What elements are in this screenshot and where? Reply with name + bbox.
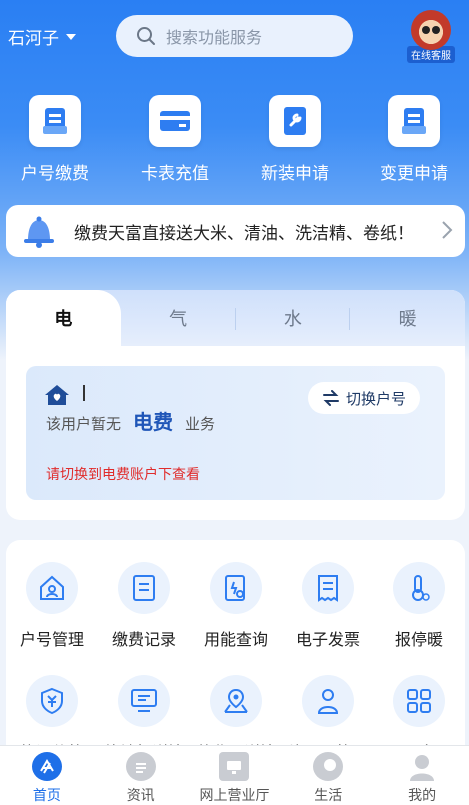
search-doc-icon — [210, 562, 262, 614]
swap-icon — [322, 390, 339, 406]
utility-panel: 电 气 水 暖 切换户号 该用户暂无 电费 业务 请切换到电费账户下查看 — [6, 290, 465, 520]
quick-actions: 户号缴费 卡表充值 新装申请 变更申请 — [0, 95, 469, 190]
monitor-icon — [219, 752, 250, 781]
card-icon — [149, 95, 201, 147]
invoice-icon — [302, 562, 354, 614]
service-account-management[interactable]: 户号管理 — [6, 562, 98, 650]
nav-home[interactable]: 首页 — [0, 746, 94, 805]
tab-label: 水 — [283, 309, 302, 330]
nav-online-hall[interactable]: 网上营业厅 — [188, 746, 282, 805]
account-name-indicator — [83, 385, 85, 401]
tab-label: 气 — [169, 309, 188, 330]
switch-account-label: 切换户号 — [345, 389, 406, 408]
bill-icon — [29, 95, 81, 147]
house-heart-icon — [45, 385, 69, 405]
tab-label: 暖 — [398, 309, 417, 330]
tab-heating[interactable]: 暖 — [350, 290, 465, 346]
account-message: 该用户暂无 电费 业务 — [46, 406, 215, 435]
message-prefix: 该用户暂无 — [46, 415, 122, 433]
tab-electricity[interactable]: 电 — [6, 290, 121, 346]
nav-label: 网上营业厅 — [199, 788, 270, 804]
nav-news[interactable]: 资讯 — [94, 746, 188, 805]
search-bar[interactable]: 搜索功能服务 — [116, 15, 353, 57]
search-placeholder: 搜索功能服务 — [166, 28, 263, 47]
tab-gas[interactable]: 气 — [121, 290, 236, 346]
chat-bubble-icon — [125, 752, 156, 781]
nav-label: 资讯 — [126, 788, 155, 804]
notice-text: 缴费天富直接送大米、清油、洗洁精、卷纸！ — [74, 223, 414, 244]
service-label: 缴费记录 — [111, 630, 176, 649]
account-card: 切换户号 该用户暂无 电费 业务 请切换到电费账户下查看 — [26, 366, 445, 500]
city-selector[interactable]: 石河子 — [8, 24, 76, 49]
grid-icon — [393, 675, 445, 727]
nav-label: 我的 — [408, 788, 437, 804]
service-e-invoice[interactable]: 电子发票 — [282, 562, 374, 650]
record-icon — [118, 562, 170, 614]
thermometer-icon — [393, 562, 445, 614]
price-shield-icon — [26, 675, 78, 727]
wrench-doc-icon — [269, 95, 321, 147]
quick-action-card-recharge[interactable]: 卡表充值 — [120, 95, 230, 184]
chevron-right-icon — [442, 221, 453, 239]
nav-mine[interactable]: 我的 — [375, 746, 469, 805]
switch-account-button[interactable]: 切换户号 — [308, 382, 420, 414]
service-label: 用能查询 — [203, 630, 268, 649]
notice-banner[interactable]: 缴费天富直接送大米、清油、洗洁精、卷纸！ — [6, 205, 465, 257]
map-pin-icon — [210, 675, 262, 727]
change-doc-icon — [388, 95, 440, 147]
nav-label: 首页 — [32, 788, 61, 804]
house-user-icon — [26, 562, 78, 614]
tab-water[interactable]: 水 — [236, 290, 351, 346]
service-stop-heating[interactable]: 报停暖 — [373, 562, 465, 650]
mascot-avatar-icon — [411, 10, 451, 50]
caret-down-icon — [66, 33, 76, 40]
top-bar: 石河子 搜索功能服务 在线客服 — [0, 0, 469, 80]
service-label: 户号管理 — [19, 630, 84, 649]
search-icon — [137, 27, 155, 45]
bottom-navigation: 首页 资讯 网上营业厅 生活 我的 — [0, 745, 469, 805]
service-label: 电子发票 — [295, 630, 360, 649]
user-profile-icon — [407, 752, 437, 781]
person-icon — [302, 675, 354, 727]
message-service: 电费 — [133, 410, 174, 434]
nav-life[interactable]: 生活 — [281, 746, 375, 805]
quick-action-label: 变更申请 — [380, 164, 448, 184]
customer-service-button[interactable]: 在线客服 — [405, 10, 457, 66]
utility-tabs: 电 气 水 暖 — [6, 290, 465, 346]
moon-icon — [313, 752, 344, 781]
quick-action-new-install[interactable]: 新装申请 — [240, 95, 350, 184]
quick-action-change-request[interactable]: 变更申请 — [359, 95, 469, 184]
service-payment-records[interactable]: 缴费记录 — [98, 562, 190, 650]
service-label: 报停暖 — [394, 630, 443, 649]
terminal-icon — [118, 675, 170, 727]
bell-icon — [24, 216, 54, 248]
quick-action-label: 户号缴费 — [21, 164, 89, 184]
quick-action-account-pay[interactable]: 户号缴费 — [0, 95, 110, 184]
tab-label: 电 — [54, 309, 73, 330]
services-grid: 户号管理 缴费记录 用能查询 电子发票 报停暖 能源价格 终端机详情 — [6, 540, 465, 762]
home-logo-icon — [31, 752, 62, 781]
message-suffix: 业务 — [185, 415, 216, 433]
warning-text: 请切换到电费账户下查看 — [46, 467, 200, 483]
nav-label: 生活 — [314, 788, 343, 804]
city-label: 石河子 — [8, 29, 59, 49]
quick-action-label: 新装申请 — [261, 164, 329, 184]
quick-action-label: 卡表充值 — [141, 164, 209, 184]
service-energy-query[interactable]: 用能查询 — [190, 562, 282, 650]
